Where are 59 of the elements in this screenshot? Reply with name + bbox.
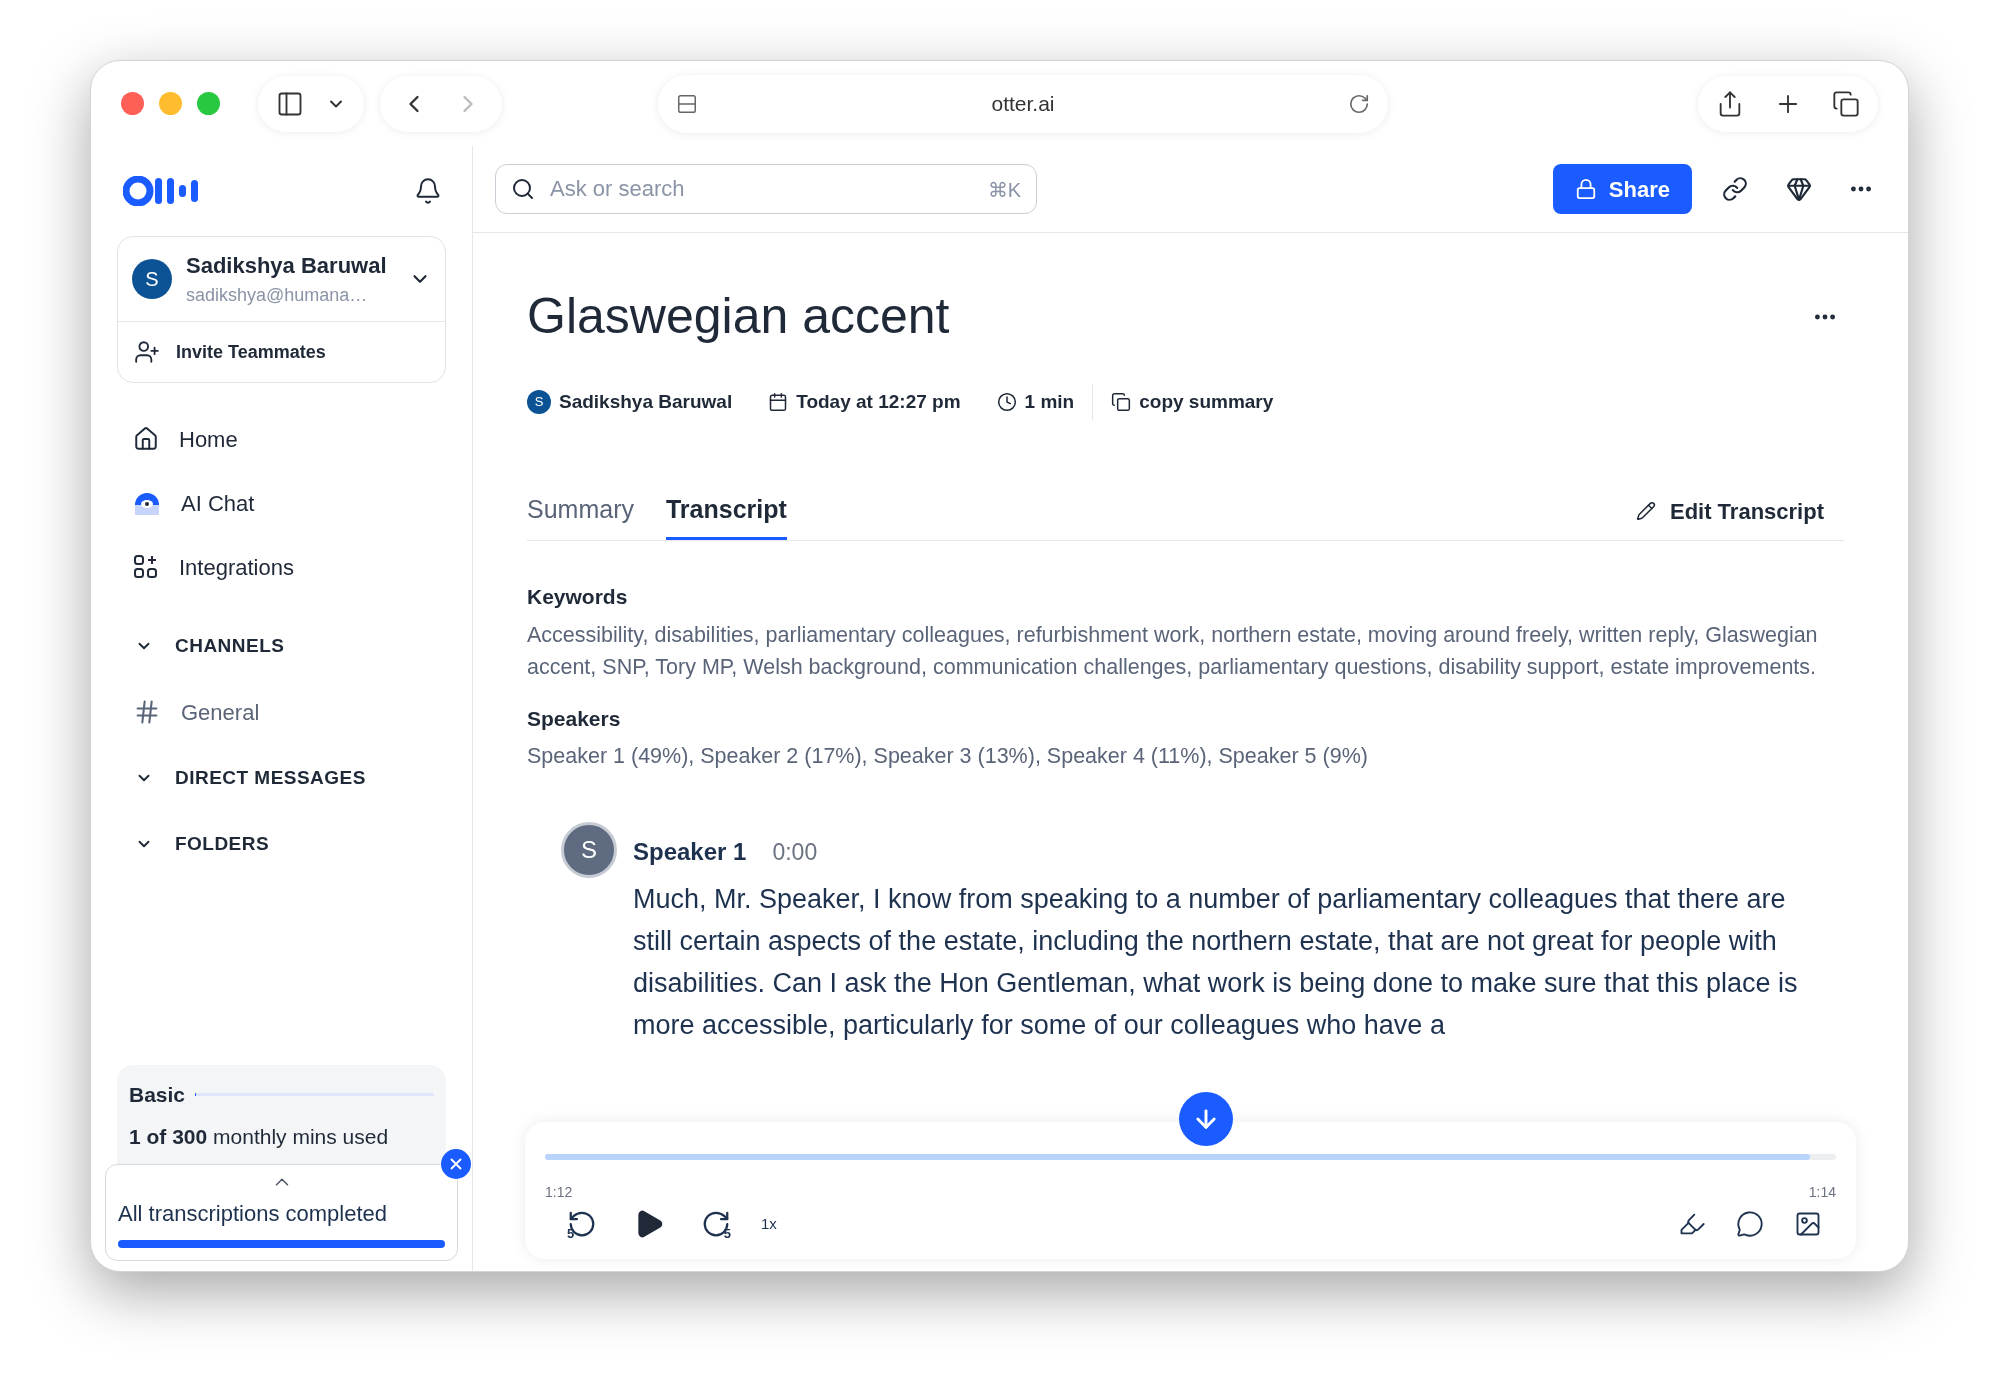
owner-name: Sadikshya Baruwal (559, 389, 733, 414)
search-icon (511, 177, 535, 201)
section-header[interactable]: FOLDERS (117, 811, 446, 877)
total-time: 1:14 (1808, 1183, 1836, 1202)
section-header[interactable]: DIRECT MESSAGES (117, 745, 446, 811)
speakers-heading: Speakers (527, 705, 622, 732)
close-window-button[interactable] (121, 92, 144, 115)
note-title: Glaswegian accent (527, 287, 950, 346)
keywords-heading: Keywords (527, 584, 629, 610)
keywords-text: Accessibility, disabilities, parliamentary colleagues, refurbishment work, northern estate, moving around freely, written reply, Glaswegian accent, SNP, Tory MP, Welsh background, communication challenges, parliamentary questions, disability support, estate improvements. (527, 621, 1819, 681)
page-menu-icon (676, 92, 698, 115)
diamond-icon[interactable] (1786, 176, 1812, 202)
transcript-text: Much, Mr. Speaker, I know from speaking to a number of parliamentary colleagues that there are still certain aspects of the estate, including the northern estate, that are not great for people with disabilities. Can I ask the Hon Gentleman, what work is being done to make sure that this place is more accessible, particularly for some of our colleagues who have a (633, 883, 1799, 1042)
copy-summary-button[interactable]: copy summary (1111, 387, 1274, 417)
reload-icon[interactable] (1348, 92, 1370, 115)
tabs-overview-icon[interactable] (1832, 89, 1860, 118)
nav-item[interactable]: AI Chat (117, 471, 446, 535)
edit-transcript-button[interactable]: Edit Transcript (1635, 482, 1844, 540)
share-button[interactable]: Share (1552, 164, 1692, 214)
logo-icon[interactable] (123, 176, 199, 206)
nav-item[interactable]: Integrations (117, 535, 446, 599)
owner-avatar: S (527, 390, 551, 414)
toast-message: All transcriptions completed (118, 1200, 387, 1228)
apps-icon (133, 554, 159, 580)
scroll-down-button[interactable] (1179, 1092, 1233, 1146)
home-icon (133, 426, 159, 452)
notifications-icon[interactable] (414, 177, 442, 205)
note-date: Today at 12:27 pm (796, 389, 961, 414)
speakers-text: Speaker 1 (49%), Speaker 2 (17%), Speaker 3 (13%), Speaker 4 (11%), Speaker 5 (9%) (527, 743, 1369, 770)
clock-icon (996, 392, 1017, 412)
plan-name: Basic (129, 1082, 186, 1108)
lock-icon (1574, 178, 1597, 200)
address-bar[interactable]: otter.ai (658, 74, 1388, 133)
user-email: sadikshya@humana… (186, 284, 369, 307)
add-user-icon (134, 339, 160, 365)
speaker-avatar: S (561, 822, 617, 878)
user-name: Sadikshya Baruwal (186, 252, 388, 280)
pencil-icon (1635, 501, 1656, 521)
elapsed-time: 1:12 (545, 1183, 573, 1202)
close-button[interactable] (441, 1149, 471, 1179)
link-icon[interactable] (1722, 176, 1748, 202)
invite-teammates-button[interactable]: Invite Teammates (118, 322, 445, 382)
tab[interactable]: Summary (527, 482, 634, 540)
section-header[interactable]: CHANNELS (117, 613, 446, 679)
url-text: otter.ai (990, 90, 1056, 117)
image-icon[interactable] (1794, 1210, 1822, 1238)
nav-item[interactable]: Home (117, 407, 446, 471)
tab[interactable]: Transcript (665, 482, 787, 540)
speed-button[interactable]: 1x (761, 1212, 777, 1236)
user-avatar: S (132, 259, 172, 299)
shortcut-hint: ⌘K (987, 178, 1021, 203)
timestamp: 0:00 (772, 838, 818, 867)
copy-icon (1111, 392, 1132, 412)
speaker-name: Speaker 1 (633, 837, 747, 867)
calendar-icon (768, 392, 789, 412)
channel-item[interactable]: General (117, 679, 446, 745)
usage-text: 1 of 300 monthly mins used (129, 1123, 390, 1150)
comment-icon[interactable] (1736, 1210, 1764, 1238)
note-duration: 1 min (1024, 389, 1075, 414)
